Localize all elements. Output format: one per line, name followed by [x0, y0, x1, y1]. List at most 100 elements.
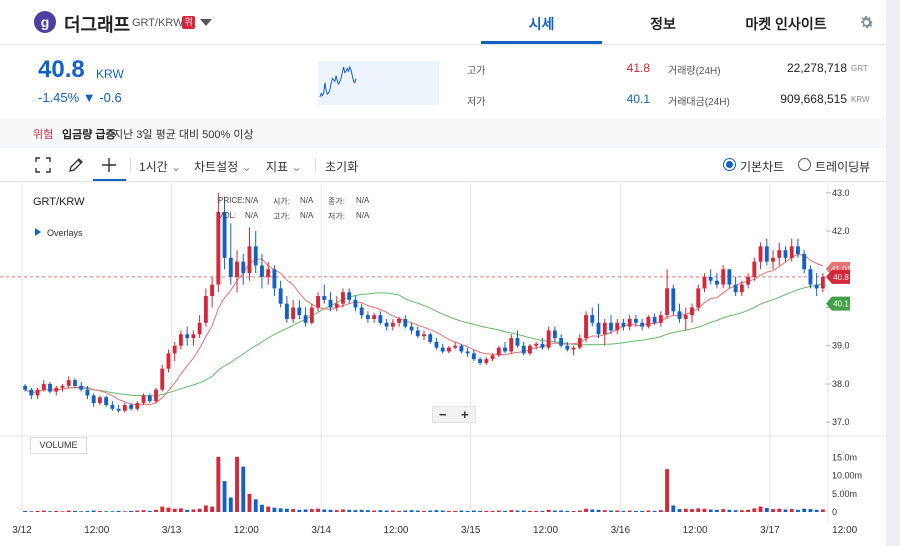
x-tick-label: 3/13 [162, 525, 182, 536]
candle-body [440, 347, 445, 352]
zoom-out-button[interactable]: − [439, 407, 447, 422]
candle-body [141, 395, 146, 404]
tab-market-insight[interactable]: 마켓 인사이트 [724, 14, 848, 34]
interval-select[interactable]: 1시간 ⌄ [139, 158, 181, 175]
candle-body [41, 383, 46, 390]
warning-notice[interactable]: 위험 입금량 급증 지난 3일 평균 대비 500% 이상 [0, 118, 886, 148]
volume-bar [66, 510, 71, 512]
candle-body [777, 250, 782, 258]
basic-chart-radio[interactable] [723, 158, 736, 171]
volume-bar [266, 506, 271, 512]
candle-body [23, 385, 28, 390]
reset-button[interactable]: 초기화 [325, 158, 358, 175]
tab-market-price[interactable]: 시세 [481, 14, 602, 34]
overlays-toggle[interactable]: Overlays [35, 228, 83, 238]
candle-body [403, 318, 408, 327]
tradingview-radio[interactable] [798, 158, 811, 171]
volume-bar [646, 510, 651, 512]
coin-logo: g [34, 11, 56, 33]
candle-body [571, 347, 576, 350]
candle-body [478, 359, 483, 363]
price-chart[interactable]: 43.042.041.040.039.038.037.015.0m10.00m5… [0, 183, 886, 546]
volume-bar [752, 508, 757, 512]
toolbar-divider [130, 158, 131, 172]
volume-bar [484, 510, 489, 512]
candle-body [60, 385, 65, 388]
candle-body [54, 387, 59, 392]
indicators-label: 지표 [266, 160, 289, 174]
settings-gear-icon[interactable] [858, 14, 875, 31]
candle-body [721, 269, 726, 285]
volume-bar [73, 510, 77, 512]
volume-bar [23, 510, 28, 512]
volume-bar [802, 508, 807, 512]
candle-body [640, 322, 645, 327]
volume-bar [609, 510, 613, 512]
candlestick-chart-canvas[interactable]: 43.042.041.040.039.038.037.015.0m10.00m5… [0, 183, 886, 546]
basic-chart-label[interactable]: 기본차트 [740, 158, 784, 175]
volume-bar [764, 508, 769, 512]
candle-body [241, 261, 246, 274]
ohlc-low-label: 저가: [328, 212, 345, 221]
volume-bar [702, 508, 707, 512]
chart-settings-select[interactable]: 차트설정 ⌄ [194, 158, 252, 175]
volume-bar [683, 508, 688, 512]
coin-pair: GRT/KRW [132, 17, 184, 29]
ohlc-high-value: N/A [300, 211, 314, 220]
candle-body [29, 389, 34, 396]
volume-bar [334, 510, 339, 512]
volume-bar [135, 510, 140, 512]
tradingview-label[interactable]: 트레이딩뷰 [815, 158, 870, 175]
candle-body [235, 261, 239, 277]
candle-body [178, 334, 183, 346]
volume-bar [415, 510, 420, 512]
candle-body [453, 345, 458, 348]
volume-bar [696, 508, 701, 512]
indicators-select[interactable]: 지표 ⌄ [266, 158, 302, 175]
indicators-chevron-down-icon: ⌄ [291, 160, 302, 174]
zoom-in-button[interactable]: + [461, 407, 469, 422]
candle-body [166, 353, 171, 369]
volume-bar [602, 510, 607, 512]
candle-body [627, 318, 632, 327]
candle-body [733, 284, 738, 293]
volume-bar [621, 510, 626, 512]
volume-bar [590, 509, 595, 512]
volume-bar [35, 510, 40, 512]
candle-body [197, 322, 202, 335]
candle-body [565, 345, 570, 350]
candle-body [764, 246, 769, 262]
high-value: 41.8 [626, 61, 650, 75]
candle-body [428, 334, 433, 342]
candle-body [665, 288, 670, 316]
pencil-draw-icon[interactable] [67, 156, 85, 174]
candle-body [714, 280, 719, 285]
volume-bar [166, 507, 171, 512]
candle-body [397, 318, 402, 323]
volume-24h-unit: GRT [851, 64, 868, 73]
candle-body [216, 211, 221, 285]
candle-body [490, 355, 495, 360]
volume-bar [409, 510, 414, 512]
candle-body [783, 250, 788, 258]
volume-bar [708, 509, 713, 512]
coin-name[interactable]: 더그래프 [64, 11, 130, 37]
volume-bar [372, 510, 377, 512]
y-tick-label: 42.0 [832, 226, 850, 236]
candle-body [66, 380, 71, 386]
volume-bar [783, 509, 788, 512]
candle-body [378, 315, 383, 323]
candle-body [515, 338, 520, 346]
coin-select-caret-icon[interactable] [200, 19, 212, 26]
candle-body [322, 296, 327, 300]
candle-body [802, 253, 807, 270]
volume-bar [235, 456, 239, 512]
fullscreen-icon[interactable] [34, 156, 52, 174]
interval-chevron-down-icon: ⌄ [171, 160, 182, 174]
tab-info[interactable]: 정보 [603, 14, 723, 34]
crosshair-icon[interactable] [100, 156, 118, 174]
candle-body [771, 257, 775, 262]
volume-bar [459, 510, 464, 512]
volume-bar [596, 509, 601, 512]
volume-bar [552, 510, 557, 512]
